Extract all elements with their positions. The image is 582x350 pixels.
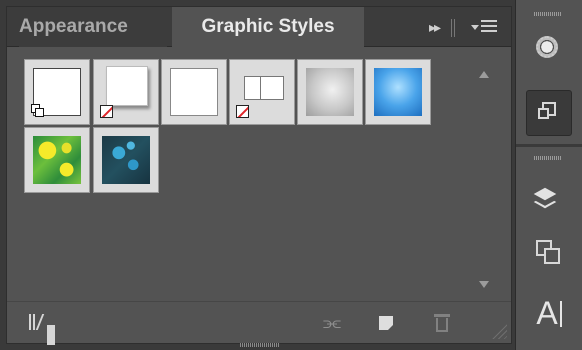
scroll-up-arrow[interactable]	[477, 69, 491, 81]
scroll-down-arrow[interactable]	[477, 279, 491, 291]
resize-grip[interactable]	[489, 321, 507, 339]
appearance-icon[interactable]	[526, 28, 572, 74]
panel-divider	[451, 19, 455, 37]
graphic-style-swatch-leaf[interactable]	[24, 127, 90, 193]
no-fill-icon	[236, 105, 249, 118]
default-style-icon	[31, 104, 45, 118]
collapse-panel-button[interactable]: ▸▸	[421, 7, 447, 47]
no-fill-icon	[100, 105, 113, 118]
libraries-menu-button[interactable]	[27, 312, 55, 345]
dock-separator	[516, 144, 582, 147]
dock-grip[interactable]	[240, 343, 280, 347]
graphic-styles-panel: Appearance Graphic Styles ▸▸ ⫘	[6, 6, 512, 345]
dropdown-arrow-icon	[471, 25, 479, 30]
graphic-style-swatch-shadow[interactable]	[93, 59, 159, 125]
artboards-icon[interactable]	[526, 232, 572, 278]
dock-grip-top[interactable]	[534, 12, 562, 16]
break-link-icon[interactable]: ⫘	[321, 312, 343, 334]
panel-dock: A	[515, 0, 582, 350]
graphic-style-swatch-swirl[interactable]	[93, 127, 159, 193]
menu-icon	[481, 20, 497, 33]
tab-graphic-styles[interactable]: Graphic Styles	[172, 7, 364, 48]
graphic-style-swatch-double[interactable]	[229, 59, 295, 125]
graphic-style-swatch-basic[interactable]	[161, 59, 227, 125]
new-graphic-style-icon[interactable]	[377, 312, 399, 334]
graphic-style-swatch-gray[interactable]	[297, 59, 363, 125]
layers-icon[interactable]	[526, 172, 572, 218]
panel-bottom-toolbar: ⫘	[7, 301, 511, 345]
dock-grip-middle[interactable]	[534, 156, 562, 160]
character-icon[interactable]: A	[526, 290, 572, 336]
tab-appearance[interactable]: Appearance	[19, 7, 167, 47]
panel-menu-button[interactable]	[465, 7, 505, 47]
panel-tab-bar: Appearance Graphic Styles ▸▸	[7, 7, 511, 48]
graphic-style-swatch-default[interactable]	[24, 59, 90, 125]
graphic-styles-icon[interactable]	[526, 90, 572, 136]
trash-icon[interactable]	[431, 312, 453, 334]
graphic-style-swatch-blue[interactable]	[365, 59, 431, 125]
